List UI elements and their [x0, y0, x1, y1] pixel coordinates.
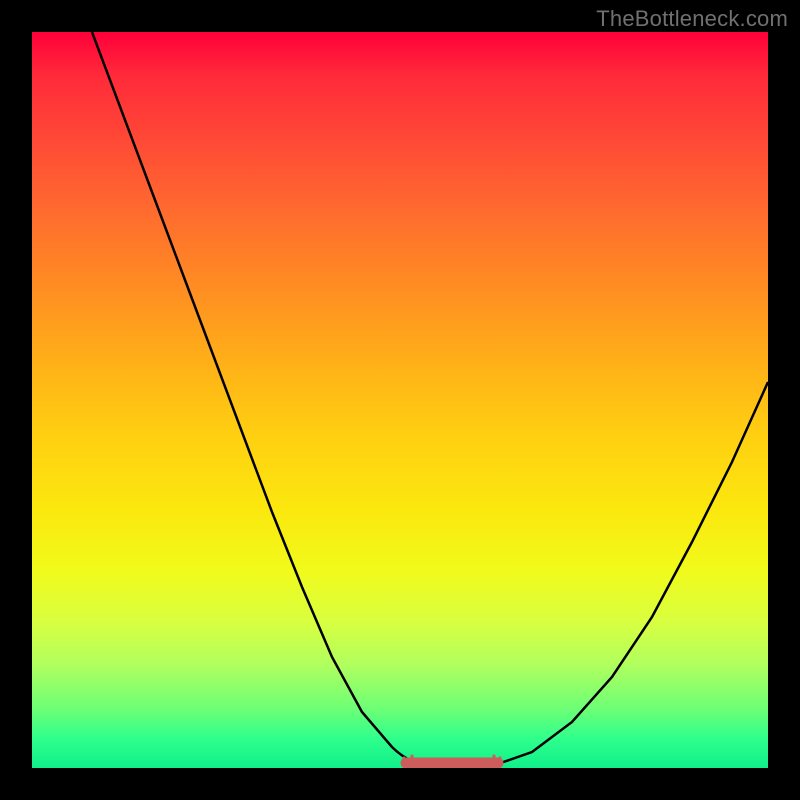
chart-frame: TheBottleneck.com — [0, 0, 800, 800]
watermark-text: TheBottleneck.com — [596, 6, 788, 32]
curve-svg — [32, 32, 768, 768]
plot-area — [32, 32, 768, 768]
bottleneck-curve-path — [92, 32, 768, 768]
